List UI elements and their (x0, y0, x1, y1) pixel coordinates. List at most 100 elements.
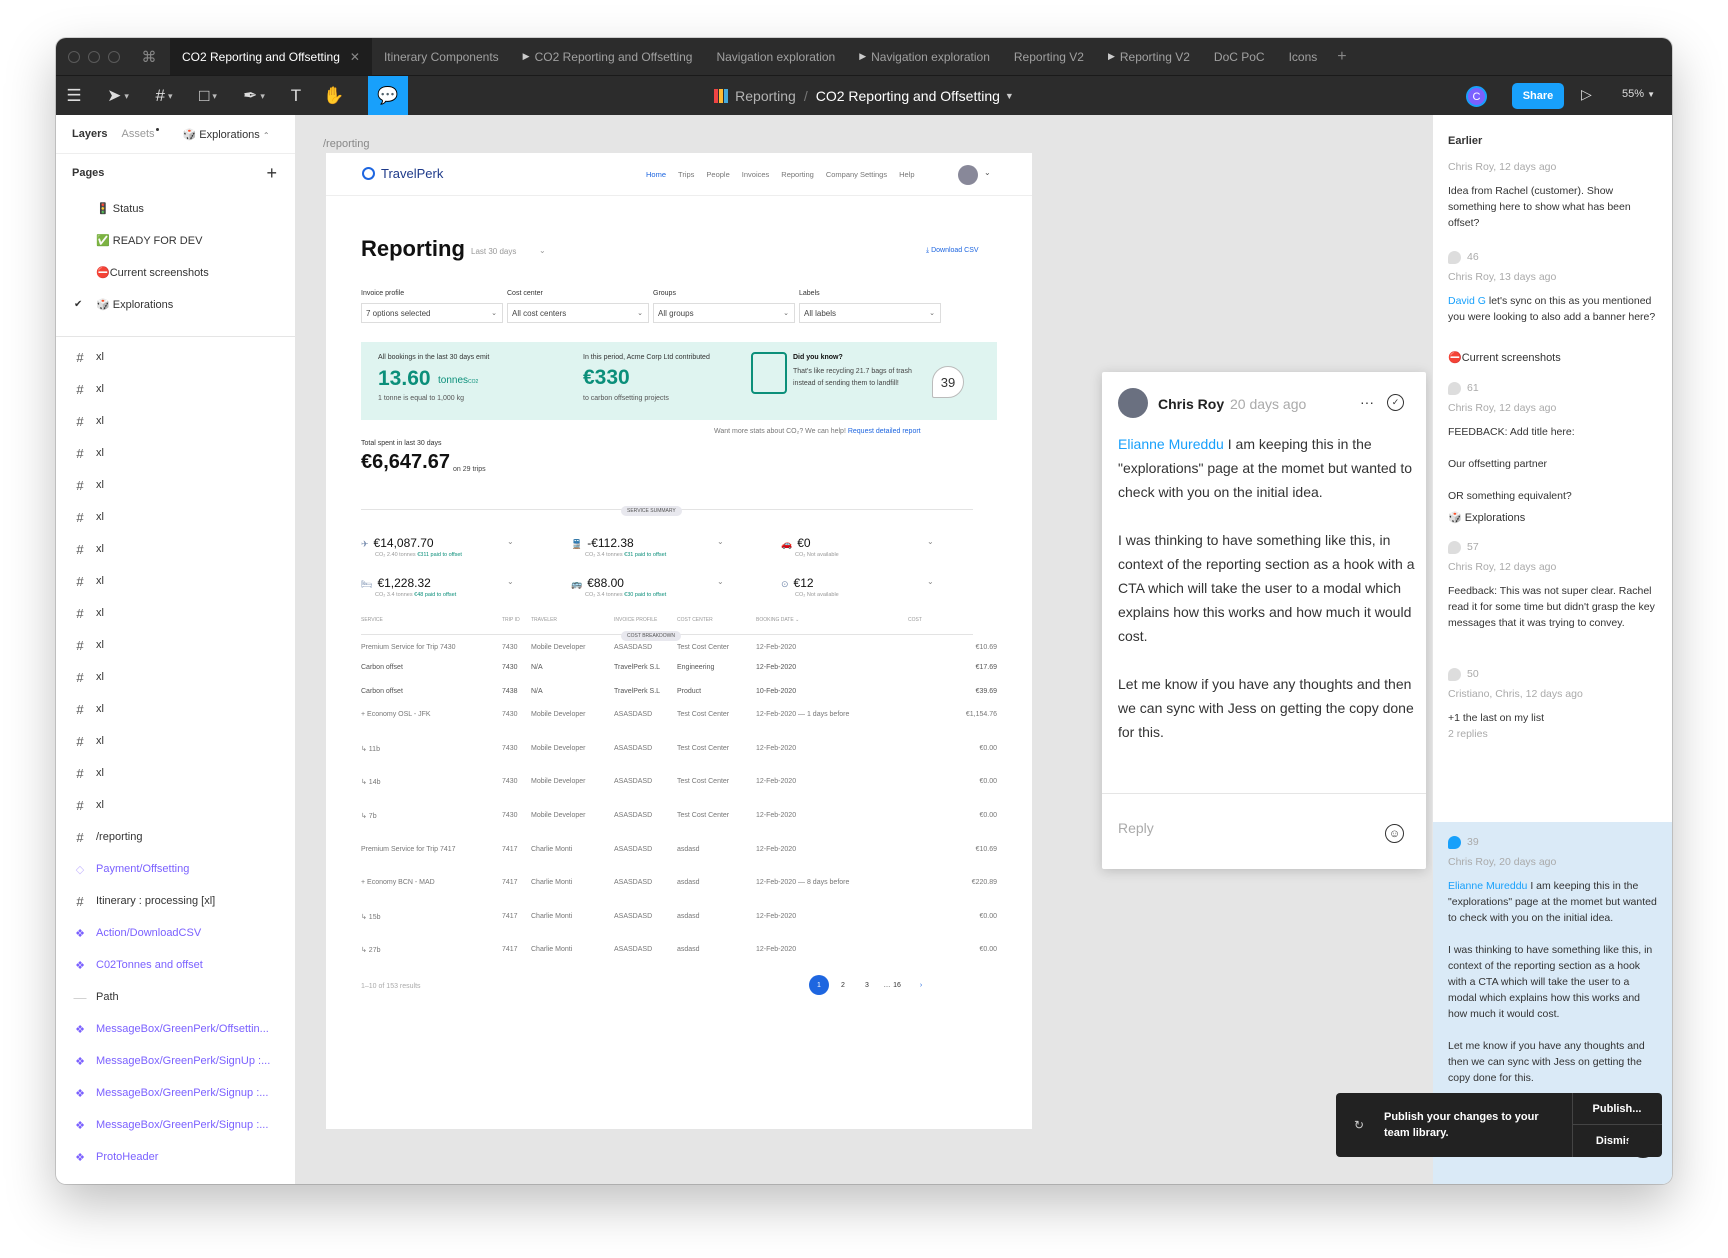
layer-item[interactable]: ❖ MessageBox/GreenPerk/Signup :... (56, 1109, 295, 1141)
close-window-button[interactable] (68, 50, 80, 63)
filter-select[interactable]: All cost centers ⌄ (507, 303, 649, 323)
nav-link[interactable]: Company Settings (826, 170, 887, 179)
nav-link[interactable]: Invoices (742, 170, 770, 179)
figma-logo-icon[interactable]: ⌘ (138, 48, 160, 66)
layer-item[interactable]: # xl (56, 565, 295, 597)
page-selector[interactable]: 🎲 Explorations ⌃ (183, 128, 270, 141)
publish-button[interactable]: Publish... (1572, 1093, 1662, 1124)
reporting-frame[interactable]: TravelPerk Home Trips People Invoices Report… (326, 153, 1032, 1129)
layer-item[interactable]: — Path (56, 981, 295, 1013)
layer-item[interactable]: # xl (56, 661, 295, 693)
layer-item[interactable]: # xl (56, 757, 295, 789)
comment-item[interactable]: 61 Chris Roy, 12 days ago FEEDBACK: Add … (1448, 380, 1658, 504)
tab-2[interactable]: ▶ CO2 Reporting and Offsetting (511, 38, 705, 75)
shape-tool[interactable]: □ ▾ (186, 76, 230, 116)
assets-tab[interactable]: Assets (121, 128, 159, 140)
tab-0[interactable]: CO2 Reporting and Offsetting ✕ (170, 38, 372, 75)
chevron-down-icon[interactable]: ⌄ (507, 577, 514, 586)
page-item-1[interactable]: ✅ READY FOR DEV (56, 224, 295, 256)
layer-item[interactable]: # Itinerary : processing [xl] (56, 885, 295, 917)
text-tool[interactable]: T (278, 76, 314, 116)
chevron-down-icon[interactable]: ▼ (1005, 91, 1014, 101)
hand-tool[interactable]: ✋ (316, 76, 352, 116)
more-options-icon[interactable]: ··· (1360, 394, 1374, 410)
user-avatar[interactable]: C (1466, 86, 1487, 107)
move-tool[interactable]: ➤ ▾ (96, 76, 140, 116)
layer-item[interactable]: ❖ C02Tonnes and offset (56, 949, 295, 981)
user-avatar[interactable] (958, 165, 978, 185)
chevron-down-icon[interactable]: ⌄ (507, 537, 514, 546)
replies-link[interactable]: 2 replies (1448, 726, 1658, 742)
filter-select[interactable]: 7 options selected ⌄ (361, 303, 503, 323)
layer-item[interactable]: ❖ MessageBox/GreenPerk/Offsettin... (56, 1013, 295, 1045)
page-item-2[interactable]: ⛔Current screenshots (56, 256, 295, 288)
layer-item[interactable]: # xl (56, 533, 295, 565)
layer-item[interactable]: # xl (56, 341, 295, 373)
layers-tab[interactable]: Layers (72, 128, 107, 140)
layer-item[interactable]: # xl (56, 629, 295, 661)
layer-item[interactable]: # xl (56, 469, 295, 501)
layer-item[interactable]: ❖ Action/DownloadCSV (56, 917, 295, 949)
comment-tool[interactable]: 💬 (368, 76, 408, 116)
present-play-icon[interactable]: ▷ (1581, 86, 1592, 103)
travelperk-logo[interactable]: TravelPerk (362, 166, 443, 181)
emoji-icon[interactable]: ☺ (1385, 824, 1404, 843)
chevron-down-icon[interactable]: ⌄ (539, 246, 546, 255)
mention[interactable]: Elianne Mureddu (1448, 880, 1527, 892)
layer-item[interactable]: # xl (56, 597, 295, 629)
layer-item[interactable]: # /reporting (56, 821, 295, 853)
zoom-dropdown[interactable]: 55% ▼ (1622, 88, 1655, 100)
tab-3[interactable]: Navigation exploration (704, 38, 847, 75)
comment-item[interactable]: 50 Cristiano, Chris, 12 days ago +1 the … (1448, 666, 1658, 742)
new-tab-button[interactable]: + (1337, 48, 1346, 66)
reply-input[interactable]: Reply (1118, 820, 1154, 836)
layer-item[interactable]: # xl (56, 789, 295, 821)
tab-1[interactable]: Itinerary Components (372, 38, 511, 75)
page-item-3[interactable]: ✔ 🎲 Explorations (56, 288, 295, 320)
layer-item[interactable]: ❖ MessageBox/GreenPerk/Signup :... (56, 1077, 295, 1109)
mention[interactable]: Elianne Mureddu (1118, 436, 1224, 452)
project-name[interactable]: Reporting (735, 88, 796, 104)
nav-link[interactable]: Home (646, 170, 666, 179)
frame-label[interactable]: /reporting (323, 138, 369, 150)
help-button[interactable] (1628, 1128, 1658, 1158)
layer-item[interactable]: # xl (56, 725, 295, 757)
nav-link[interactable]: Help (899, 170, 914, 179)
filter-select[interactable]: All groups ⌄ (653, 303, 795, 323)
period-selector[interactable]: Last 30 days (471, 247, 516, 256)
next-page-icon[interactable]: › (911, 975, 931, 995)
download-csv-link[interactable]: ⤓ Download CSV (926, 247, 979, 255)
tab-7[interactable]: DoC PoC (1202, 38, 1277, 75)
file-name[interactable]: CO2 Reporting and Offsetting (816, 88, 1000, 104)
tab-4[interactable]: ▶ Navigation exploration (847, 38, 1002, 75)
table-header[interactable]: BOOKING DATE ⌄ (756, 617, 799, 623)
mention[interactable]: David G (1448, 295, 1486, 307)
filter-select[interactable]: All labels ⌄ (799, 303, 941, 323)
comment-pin[interactable]: 39 (932, 366, 964, 398)
main-menu-icon[interactable]: ☰ (56, 76, 92, 116)
comment-item[interactable]: 46 Chris Roy, 13 days ago David G let's … (1448, 249, 1658, 325)
comment-item[interactable]: 57 Chris Roy, 12 days ago Feedback: This… (1448, 539, 1658, 631)
page-button[interactable]: 3 (857, 975, 877, 995)
share-button[interactable]: Share (1512, 83, 1564, 109)
layer-item[interactable]: # xl (56, 373, 295, 405)
request-report-link[interactable]: Request detailed report (848, 428, 921, 435)
layer-item[interactable]: # xl (56, 437, 295, 469)
tab-5[interactable]: Reporting V2 (1002, 38, 1096, 75)
chevron-down-icon[interactable]: ⌄ (717, 537, 724, 546)
nav-link[interactable]: People (706, 170, 729, 179)
chevron-down-icon[interactable]: ⌄ (927, 577, 934, 586)
nav-link[interactable]: Reporting (781, 170, 814, 179)
resolve-check-icon[interactable]: ✓ (1387, 394, 1404, 411)
minimize-window-button[interactable] (88, 50, 100, 63)
layer-item[interactable]: ◇ Payment/Offsetting (56, 853, 295, 885)
page-button[interactable]: 1 (809, 975, 829, 995)
maximize-window-button[interactable] (108, 50, 120, 63)
layer-item[interactable]: # xl (56, 405, 295, 437)
chevron-down-icon[interactable]: ⌄ (927, 537, 934, 546)
nav-link[interactable]: Trips (678, 170, 694, 179)
layer-item[interactable]: # xl (56, 693, 295, 725)
chevron-down-icon[interactable]: ⌄ (984, 168, 991, 177)
comment-item-selected[interactable]: 39 Chris Roy, 20 days ago Elianne Muredd… (1448, 834, 1658, 1102)
tab-6[interactable]: ▶ Reporting V2 (1096, 38, 1202, 75)
